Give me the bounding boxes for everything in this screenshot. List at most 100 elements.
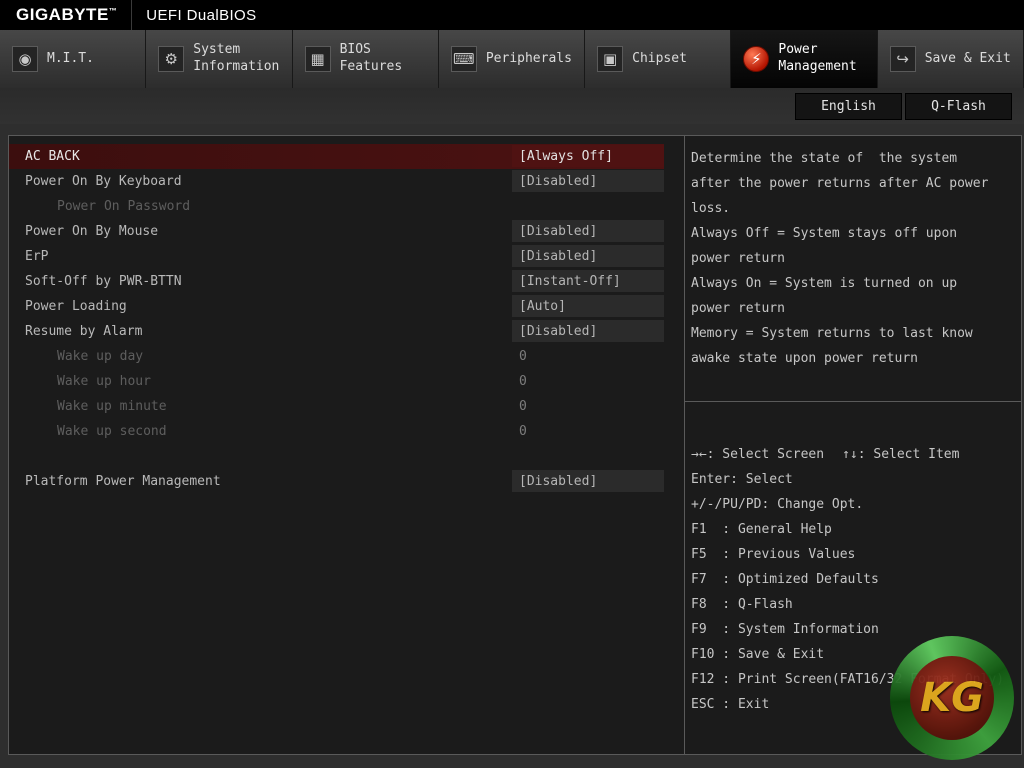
setting-label: Power Loading — [9, 299, 127, 314]
key-hint: ↑↓: Select Item — [842, 447, 959, 462]
setting-erp[interactable]: ErP [Disabled] — [9, 244, 684, 269]
english-button[interactable]: English — [795, 93, 902, 120]
setting-label: Power On By Keyboard — [9, 174, 182, 189]
setting-label: Resume by Alarm — [9, 324, 142, 339]
setting-platform-power-management[interactable]: Platform Power Management [Disabled] — [9, 469, 684, 494]
setting-power-on-by-mouse[interactable]: Power On By Mouse [Disabled] — [9, 219, 684, 244]
setting-value[interactable]: [Instant-Off] — [512, 270, 664, 292]
peripherals-icon: ⌨ — [451, 46, 477, 72]
save-exit-icon: ↪ — [890, 46, 916, 72]
setting-label: Platform Power Management — [9, 474, 221, 489]
setting-ac-back[interactable]: AC BACK [Always Off] — [9, 144, 684, 169]
top-bar: GIGABYTE™ UEFI DualBIOS — [0, 0, 1024, 30]
main-panel: AC BACK [Always Off] Power On By Keyboard [… — [8, 135, 1022, 755]
help-description-line: after the power returns after AC power — [691, 171, 1013, 196]
setting-soft-off-by-pwr-bttn[interactable]: Soft-Off by PWR-BTTN [Instant-Off] — [9, 269, 684, 294]
tab-chipset[interactable]: ▣ Chipset — [585, 30, 731, 88]
setting-wake-up-day: Wake up day 0 — [9, 344, 684, 369]
tab-power-management[interactable]: ⚡ Power Management — [731, 30, 877, 88]
setting-wake-up-minute: Wake up minute 0 — [9, 394, 684, 419]
tab-label: BIOS Features — [340, 42, 430, 76]
key-hint: F1 : General Help — [691, 522, 832, 537]
setting-value[interactable]: [Disabled] — [512, 220, 664, 242]
key-hint: Enter: Select — [691, 472, 793, 487]
help-description-line: loss. — [691, 196, 1013, 221]
help-key-line: F1 : General Help — [691, 517, 1013, 542]
kitguru-watermark: KG — [890, 636, 1014, 760]
tab-label: Chipset — [632, 51, 687, 68]
power-icon: ⚡ — [743, 46, 769, 72]
setting-resume-by-alarm[interactable]: Resume by Alarm [Disabled] — [9, 319, 684, 344]
setting-label: Power On By Mouse — [9, 224, 158, 239]
row-spacer — [9, 444, 684, 469]
setting-value: 0 — [512, 395, 664, 417]
setting-value[interactable]: [Always Off] — [512, 145, 664, 167]
setting-value: 0 — [512, 370, 664, 392]
setting-label: ErP — [9, 249, 48, 264]
tab-peripherals[interactable]: ⌨ Peripherals — [439, 30, 585, 88]
setting-wake-up-hour: Wake up hour 0 — [9, 369, 684, 394]
setting-label: Wake up second — [9, 424, 167, 439]
tab-save-exit[interactable]: ↪ Save & Exit — [878, 30, 1024, 88]
setting-value[interactable]: [Auto] — [512, 295, 664, 317]
settings-list: AC BACK [Always Off] Power On By Keyboard [… — [9, 136, 684, 754]
setting-power-on-password: Power On Password — [9, 194, 684, 219]
help-description-line: Always Off = System stays off upon — [691, 221, 1013, 246]
help-key-line: +/-/PU/PD: Change Opt. — [691, 492, 1013, 517]
setting-power-loading[interactable]: Power Loading [Auto] — [9, 294, 684, 319]
key-hint: +/-/PU/PD: Change Opt. — [691, 497, 863, 512]
help-key-line: F5 : Previous Values — [691, 542, 1013, 567]
setting-value[interactable]: [Disabled] — [512, 470, 664, 492]
tab-m-i-t[interactable]: ◉ M.I.T. — [0, 30, 146, 88]
tab-label: Power Management — [778, 42, 868, 76]
help-description-line: Always On = System is turned on up — [691, 271, 1013, 296]
help-description-line: power return — [691, 246, 1013, 271]
q-flash-button[interactable]: Q-Flash — [905, 93, 1012, 120]
tab-label: Peripherals — [486, 51, 572, 68]
key-hint: F9 : System Information — [691, 622, 879, 637]
key-hint: F7 : Optimized Defaults — [691, 572, 879, 587]
product-title: UEFI DualBIOS — [132, 7, 256, 24]
help-description-line: Memory = System returns to last know — [691, 321, 1013, 346]
tab-label: M.I.T. — [47, 51, 94, 68]
help-key-line: F8 : Q-Flash — [691, 592, 1013, 617]
key-hint: F8 : Q-Flash — [691, 597, 793, 612]
setting-value[interactable]: [Disabled] — [512, 170, 664, 192]
setting-label: Wake up hour — [9, 374, 151, 389]
watermark-text: KG — [890, 636, 1014, 760]
gigabyte-logo: GIGABYTE™ — [0, 5, 131, 25]
help-description: Determine the state of the systemafter t… — [691, 146, 1013, 371]
help-key-line: Enter: Select — [691, 467, 1013, 492]
help-description-line: Determine the state of the system — [691, 146, 1013, 171]
setting-power-on-by-keyboard[interactable]: Power On By Keyboard [Disabled] — [9, 169, 684, 194]
help-key-line: F7 : Optimized Defaults — [691, 567, 1013, 592]
setting-value[interactable]: [Disabled] — [512, 320, 664, 342]
mit-icon: ◉ — [12, 46, 38, 72]
brand-text: GIGABYTE — [16, 5, 109, 24]
setting-wake-up-second: Wake up second 0 — [9, 419, 684, 444]
bios-icon: ▦ — [305, 46, 331, 72]
chipset-icon: ▣ — [597, 46, 623, 72]
setting-value[interactable]: [Disabled] — [512, 245, 664, 267]
help-description-line: power return — [691, 296, 1013, 321]
tab-bar: ◉ M.I.T. ⚙System Information ▦ BIOS Features… — [0, 30, 1024, 88]
help-divider — [685, 401, 1021, 402]
setting-value: 0 — [512, 420, 664, 442]
setting-value: 0 — [512, 345, 664, 367]
setting-label: Wake up minute — [9, 399, 167, 414]
setting-label: AC BACK — [9, 149, 80, 164]
quick-button-bar: EnglishQ-Flash — [0, 88, 1024, 124]
help-description-line: awake state upon power return — [691, 346, 1013, 371]
tab-bios-features[interactable]: ▦ BIOS Features — [293, 30, 439, 88]
setting-label: Wake up day — [9, 349, 143, 364]
bios-screen: GIGABYTE™ UEFI DualBIOS ◉ M.I.T. ⚙System I… — [0, 0, 1024, 768]
trademark-symbol: ™ — [109, 6, 118, 15]
setting-label: Soft-Off by PWR-BTTN — [9, 274, 182, 289]
tab-system-information[interactable]: ⚙System Information — [146, 30, 292, 88]
tab-label: Save & Exit — [925, 51, 1011, 68]
key-hint: ESC : Exit — [691, 697, 769, 712]
key-hint: →←: Select Screen — [691, 447, 824, 462]
key-hint: F10 : Save & Exit — [691, 647, 824, 662]
help-key-line: →←: Select Screen ↑↓: Select Item — [691, 442, 1013, 467]
tab-label: System Information — [193, 42, 283, 76]
